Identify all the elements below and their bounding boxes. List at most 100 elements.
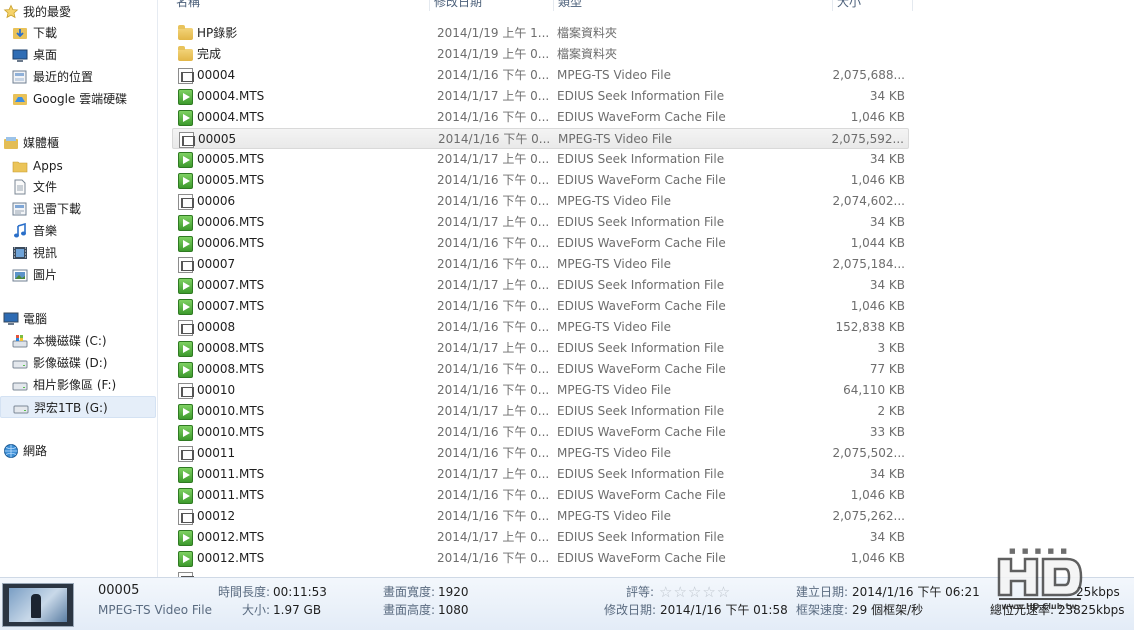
video-icon xyxy=(13,247,27,259)
nav-item-thunder-downloads[interactable]: 迅雷下載 xyxy=(0,198,156,220)
nav-item-google-drive[interactable]: Google 雲端硬碟 xyxy=(0,88,156,110)
nav-item-pictures[interactable]: 圖片 xyxy=(0,264,156,286)
file-row[interactable]: 00012 2014/1/16 下午 0... MPEG-TS Video File… xyxy=(172,506,909,527)
file-row[interactable]: 00004 2014/1/16 下午 0... MPEG-TS Video File… xyxy=(172,65,909,86)
details-framerate-value: 29 個框架/秒 xyxy=(852,603,924,617)
column-header-size[interactable]: 大小 xyxy=(833,0,913,11)
file-modified-date: 2014/1/17 上午 0... xyxy=(437,530,550,544)
file-name: 00011.MTS xyxy=(197,488,265,502)
file-type: EDIUS Seek Information File xyxy=(557,89,725,103)
file-row[interactable]: 00011.MTS 2014/1/16 下午 0... EDIUS WaveForm… xyxy=(172,485,909,506)
file-modified-date: 2014/1/17 上午 0... xyxy=(437,215,550,229)
column-header-date[interactable]: 修改日期 xyxy=(430,0,554,11)
column-header-type[interactable]: 類型 xyxy=(554,0,833,11)
computer-icon xyxy=(3,312,19,325)
edius-file-icon xyxy=(178,467,193,483)
file-row[interactable]: 00005 2014/1/16 下午 0... MPEG-TS Video File… xyxy=(172,128,909,149)
file-name: 00010.MTS xyxy=(197,425,265,439)
nav-item-drive-f[interactable]: 相片影像區 (F:) xyxy=(0,374,156,396)
file-row[interactable]: 00006.MTS 2014/1/17 上午 0... EDIUS Seek Inf… xyxy=(172,212,909,233)
file-row[interactable]: 00012.MTS 2014/1/16 下午 0... EDIUS WaveForm… xyxy=(172,548,909,569)
rating-stars[interactable]: ☆☆☆☆☆ xyxy=(659,585,744,601)
nav-item-music[interactable]: 音樂 xyxy=(0,220,156,242)
file-type: 檔案資料夾 xyxy=(557,26,618,40)
file-row[interactable]: 00011.MTS 2014/1/17 上午 0... EDIUS Seek Inf… xyxy=(172,464,909,485)
star-icon xyxy=(3,4,19,19)
file-modified-date: 2014/1/19 上午 1... xyxy=(437,26,550,40)
file-type: EDIUS WaveForm Cache File xyxy=(557,110,726,124)
nav-favorites[interactable]: 我的最愛 xyxy=(0,1,156,23)
file-modified-date: 2014/1/16 下午 0... xyxy=(437,362,550,376)
nav-item-videos[interactable]: 視訊 xyxy=(0,242,156,264)
file-row[interactable]: 00006 2014/1/16 下午 0... MPEG-TS Video File… xyxy=(172,191,909,212)
nav-item-drive-c[interactable]: 本機磁碟 (C:) xyxy=(0,330,156,352)
nav-item-drive-d[interactable]: 影像磁碟 (D:) xyxy=(0,352,156,374)
nav-libraries[interactable]: 媒體櫃 xyxy=(0,132,156,154)
file-size: 34 KB xyxy=(869,278,905,292)
edius-file-icon xyxy=(178,215,193,231)
file-modified-date: 2014/1/16 下午 0... xyxy=(438,132,551,146)
nav-item-label: Google 雲端硬碟 xyxy=(33,92,128,106)
details-size-label: 大小: xyxy=(241,603,270,617)
file-row-partial[interactable] xyxy=(172,569,909,577)
file-row[interactable]: 00012.MTS 2014/1/17 上午 0... EDIUS Seek Inf… xyxy=(172,527,909,548)
documents-icon xyxy=(14,179,26,195)
file-row[interactable]: 00007 2014/1/16 下午 0... MPEG-TS Video File… xyxy=(172,254,909,275)
nav-computer[interactable]: 電腦 xyxy=(0,308,156,330)
details-file-type: MPEG-TS Video File xyxy=(98,603,212,617)
details-frame-height-label: 畫面高度: xyxy=(382,603,435,617)
file-row[interactable]: 00007.MTS 2014/1/17 上午 0... EDIUS Seek Inf… xyxy=(172,275,909,296)
nav-item-drive-g[interactable]: 羿宏1TB (G:) xyxy=(0,396,156,418)
file-name: 00008.MTS xyxy=(197,341,265,355)
file-size: 1,046 KB xyxy=(850,299,905,313)
file-row[interactable]: 00007.MTS 2014/1/16 下午 0... EDIUS WaveForm… xyxy=(172,296,909,317)
nav-item-apps[interactable]: Apps xyxy=(0,155,156,177)
details-modified-label: 修改日期: xyxy=(603,603,656,617)
file-modified-date: 2014/1/16 下午 0... xyxy=(437,320,550,334)
file-list[interactable]: 名稱 修改日期 類型 大小 HP錄影 2014/1/19 上午 1... 檔案資料夾… xyxy=(172,0,1134,577)
file-row[interactable]: 00008.MTS 2014/1/16 下午 0... EDIUS WaveForm… xyxy=(172,359,909,380)
file-size: 2,075,688... xyxy=(832,68,905,82)
file-row[interactable]: HP錄影 2014/1/19 上午 1... 檔案資料夾 xyxy=(172,23,909,44)
file-row[interactable]: 00005.MTS 2014/1/16 下午 0... EDIUS WaveForm… xyxy=(172,170,909,191)
thumbnail-figure xyxy=(31,594,41,618)
file-row[interactable]: 完成 2014/1/19 上午 0... 檔案資料夾 xyxy=(172,44,909,65)
file-row[interactable]: 00010 2014/1/16 下午 0... MPEG-TS Video File… xyxy=(172,380,909,401)
video-thumbnail xyxy=(2,583,74,627)
file-row[interactable]: 00005.MTS 2014/1/17 上午 0... EDIUS Seek Inf… xyxy=(172,149,909,170)
nav-computer-label: 電腦 xyxy=(23,312,48,326)
file-type: EDIUS Seek Information File xyxy=(557,467,725,481)
file-type: EDIUS Seek Information File xyxy=(557,341,725,355)
file-row[interactable]: 00010.MTS 2014/1/16 下午 0... EDIUS WaveForm… xyxy=(172,422,909,443)
file-modified-date: 2014/1/17 上午 0... xyxy=(437,278,550,292)
file-row[interactable]: 00004.MTS 2014/1/17 上午 0... EDIUS Seek Inf… xyxy=(172,86,909,107)
column-header-name[interactable]: 名稱 xyxy=(172,0,430,11)
file-size: 1,046 KB xyxy=(850,551,905,565)
file-name: 00012.MTS xyxy=(197,530,265,544)
file-row[interactable]: 00008 2014/1/16 下午 0... MPEG-TS Video File… xyxy=(172,317,909,338)
file-row[interactable]: 00011 2014/1/16 下午 0... MPEG-TS Video File… xyxy=(172,443,909,464)
nav-item-label: 本機磁碟 (C:) xyxy=(33,334,107,348)
nav-item-desktop[interactable]: 桌面 xyxy=(0,44,156,66)
recent-places-icon xyxy=(12,70,27,84)
file-type: EDIUS WaveForm Cache File xyxy=(557,362,726,376)
nav-item-documents[interactable]: 文件 xyxy=(0,176,156,198)
navigation-pane[interactable]: 我的最愛 下載 桌面 最近的位置 Google 雲端硬碟 媒體櫃 Apps 文件… xyxy=(0,0,158,577)
file-row[interactable]: 00004.MTS 2014/1/16 下午 0... EDIUS WaveForm… xyxy=(172,107,909,128)
edius-file-icon xyxy=(178,488,193,504)
file-row[interactable]: 00006.MTS 2014/1/16 下午 0... EDIUS WaveForm… xyxy=(172,233,909,254)
nav-item-label: Apps xyxy=(33,159,63,173)
file-modified-date: 2014/1/16 下午 0... xyxy=(437,68,550,82)
file-type: MPEG-TS Video File xyxy=(557,320,671,334)
file-row[interactable]: 00008.MTS 2014/1/17 上午 0... EDIUS Seek Inf… xyxy=(172,338,909,359)
file-modified-date: 2014/1/16 下午 0... xyxy=(437,383,550,397)
watermark-url: www.HD.Club.tw xyxy=(1001,602,1077,611)
nav-item-recent-places[interactable]: 最近的位置 xyxy=(0,66,156,88)
file-row[interactable]: 00010.MTS 2014/1/17 上午 0... EDIUS Seek Inf… xyxy=(172,401,909,422)
nav-item-label: 迅雷下載 xyxy=(33,202,82,216)
file-size: 77 KB xyxy=(869,362,905,376)
nav-network[interactable]: 網路 xyxy=(0,440,156,462)
file-size: 34 KB xyxy=(869,215,905,229)
file-modified-date: 2014/1/16 下午 0... xyxy=(437,446,550,460)
nav-item-downloads[interactable]: 下載 xyxy=(0,22,156,44)
